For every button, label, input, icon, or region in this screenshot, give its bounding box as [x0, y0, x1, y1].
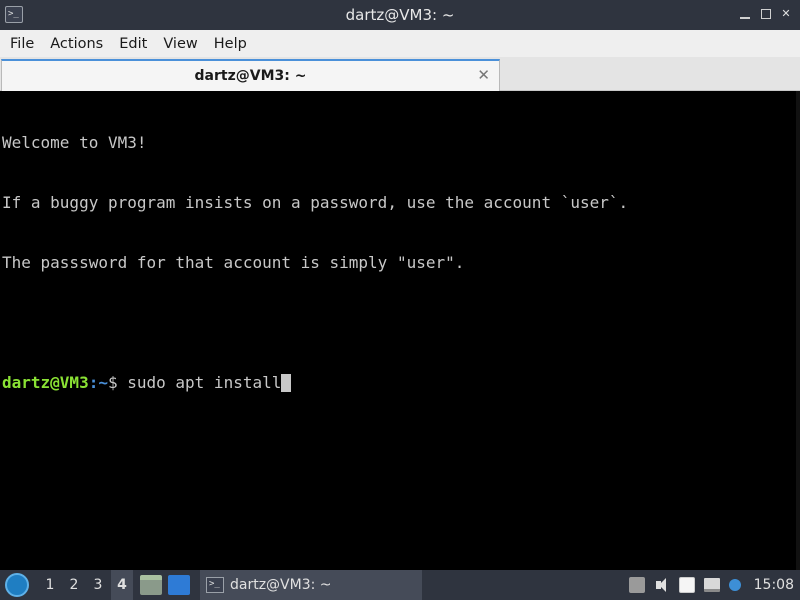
window-controls: ✕	[740, 8, 792, 20]
workspace-4[interactable]: 4	[111, 570, 133, 600]
start-menu-icon[interactable]	[5, 573, 29, 597]
workspace-2[interactable]: 2	[63, 570, 85, 600]
menu-file[interactable]: File	[2, 36, 42, 52]
terminal-line: If a buggy program insists on a password…	[2, 193, 629, 212]
menu-help[interactable]: Help	[206, 36, 255, 52]
prompt-symbol: $	[107, 373, 128, 392]
maximize-button[interactable]	[761, 9, 771, 19]
workspace-1[interactable]: 1	[39, 570, 61, 600]
command-input[interactable]: sudo apt install	[127, 373, 281, 392]
prompt-user: dartz@VM3	[2, 373, 89, 392]
taskbar-task-terminal[interactable]: >_ dartz@VM3: ~	[200, 570, 422, 600]
task-label: dartz@VM3: ~	[230, 577, 332, 593]
network-icon[interactable]	[703, 578, 720, 592]
scroll-lock-icon[interactable]	[628, 577, 645, 593]
workspace-switcher: 1 2 3 4	[39, 570, 133, 600]
terminal-scrollbar[interactable]	[796, 91, 800, 570]
close-window-button[interactable]: ✕	[780, 8, 792, 20]
volume-icon[interactable]	[654, 577, 670, 593]
terminal-task-icon: >_	[206, 577, 224, 593]
taskbar: 1 2 3 4 >_ dartz@VM3: ~ 15:08	[0, 570, 800, 600]
text-cursor	[281, 374, 292, 392]
workspace-3[interactable]: 3	[87, 570, 109, 600]
menu-actions[interactable]: Actions	[42, 36, 111, 52]
terminal-output[interactable]: Welcome to VM3! If a buggy program insis…	[0, 91, 800, 570]
system-tray: 15:08	[628, 577, 800, 593]
updates-icon[interactable]	[728, 579, 741, 591]
menu-view[interactable]: View	[155, 36, 205, 52]
window-titlebar[interactable]: >_ dartz@VM3: ~ ✕	[0, 0, 800, 30]
menu-edit[interactable]: Edit	[111, 36, 155, 52]
tab-bar: dartz@VM3: ~ ✕	[0, 57, 800, 91]
terminal-line: The passsword for that account is simply…	[2, 253, 465, 272]
tab-label: dartz@VM3: ~	[194, 68, 307, 84]
tab-terminal[interactable]: dartz@VM3: ~ ✕	[1, 59, 500, 91]
clock[interactable]: 15:08	[754, 577, 794, 593]
prompt-line: dartz@VM3:~$ sudo apt install	[2, 373, 798, 393]
show-desktop-icon[interactable]	[168, 575, 190, 595]
menu-bar: File Actions Edit View Help	[0, 30, 800, 57]
prompt-path: :~	[88, 373, 108, 392]
file-manager-icon[interactable]	[140, 575, 162, 595]
window-title: dartz@VM3: ~	[345, 6, 455, 24]
terminal-app-icon[interactable]: >_	[5, 6, 23, 23]
minimize-button[interactable]	[740, 8, 752, 20]
terminal-line: Welcome to VM3!	[2, 133, 147, 152]
close-tab-icon[interactable]: ✕	[477, 66, 490, 84]
clipboard-icon[interactable]	[678, 577, 695, 593]
